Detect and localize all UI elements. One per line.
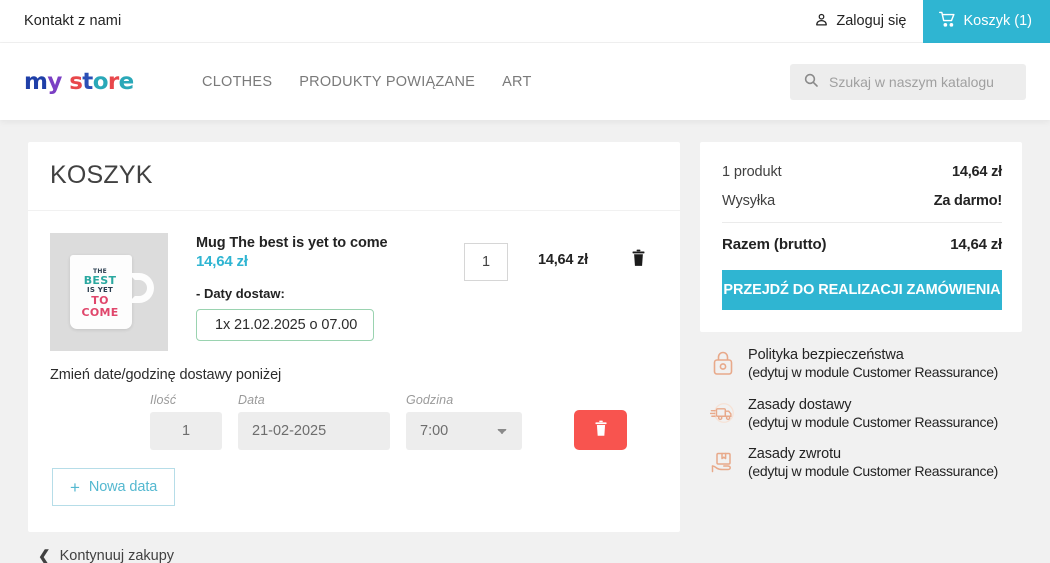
reassurance-sub-delivery: (edytuj w module Customer Reassurance) <box>748 413 999 430</box>
summary-row-total: Razem (brutto) 14,64 zł <box>722 236 1002 253</box>
date-field-group: Data <box>238 393 390 450</box>
reassurance-item-delivery[interactable]: Zasady dostawy (edytuj w module Customer… <box>708 396 1022 432</box>
nav-item-art[interactable]: ART <box>502 74 532 90</box>
checkout-button-wrap: PRZEJDŹ DO REALIZACJI ZAMÓWIENIA <box>722 270 1002 310</box>
quantity-input[interactable] <box>464 243 508 281</box>
product-unit-price: 14,64 zł <box>196 253 248 270</box>
plus-icon: + <box>70 477 80 497</box>
cart-card: KOSZYK THE BEST IS YET TO COME Mug The b… <box>28 142 680 532</box>
reassurance-item-returns[interactable]: Zasady zwrotu (edytuj w module Customer … <box>708 445 1022 481</box>
search-box[interactable] <box>790 63 1026 100</box>
delivery-date-form: Ilość Data Godzina 7:00 <box>50 393 658 450</box>
reassurance-text-security: Polityka bezpieczeństwa (edytuj w module… <box>748 346 998 382</box>
site-header: my store CLOTHES PRODUKTY POWIĄZANE ART <box>0 43 1050 120</box>
checkout-button[interactable]: PRZEJDŹ DO REALIZACJI ZAMÓWIENIA <box>722 270 1002 310</box>
summary-card: 1 produkt 14,64 zł Wysyłka Za darmo! Raz… <box>700 142 1022 332</box>
cart-header: KOSZYK <box>28 142 680 211</box>
delivery-dates-label: - Daty dostaw: <box>196 286 285 301</box>
page-title: KOSZYK <box>50 161 153 189</box>
order-summary: 1 produkt 14,64 zł Wysyłka Za darmo! Raz… <box>700 142 1022 332</box>
product-info: Mug The best is yet to come 14,64 zł - D… <box>168 233 464 341</box>
quantity-field-group: Ilość <box>150 393 222 450</box>
cart-item-row: THE BEST IS YET TO COME Mug The best is … <box>50 233 658 351</box>
page-content: KOSZYK THE BEST IS YET TO COME Mug The b… <box>0 120 1050 563</box>
cart-button-label: Koszyk (1) <box>963 13 1033 29</box>
cart-body: THE BEST IS YET TO COME Mug The best is … <box>28 211 680 532</box>
summary-total-label: Razem (brutto) <box>722 236 827 253</box>
reassurance-title-returns: Zasady zwrotu <box>748 446 841 463</box>
top-bar-actions: Zaloguj się Koszyk (1) <box>798 0 1050 43</box>
reassurance-title-security: Polityka bezpieczeństwa <box>748 347 904 363</box>
time-field-select[interactable]: 7:00 <box>406 412 522 450</box>
mug-text-line-4: TO <box>91 293 109 307</box>
time-field-group: Godzina 7:00 <box>406 393 522 450</box>
remove-item-button[interactable] <box>618 249 658 270</box>
reassurance-text-returns: Zasady zwrotu (edytuj w module Customer … <box>748 445 998 481</box>
continue-shopping-link[interactable]: ❮ Kontynuuj zakupy <box>28 548 680 563</box>
top-bar: Kontakt z nami Zaloguj się Koszyk (1) <box>0 0 1050 43</box>
nav-item-clothes[interactable]: CLOTHES <box>202 74 272 90</box>
add-new-date-button[interactable]: + Nowa data <box>52 468 176 506</box>
summary-row-products: 1 produkt 14,64 zł <box>722 164 1002 180</box>
continue-shopping-label: Kontynuuj zakupy <box>59 548 175 563</box>
mug-text-line-5: COME <box>81 305 119 319</box>
user-icon <box>814 12 829 31</box>
reassurance-text-delivery: Zasady dostawy (edytuj w module Customer… <box>748 396 998 432</box>
summary-products-value: 14,64 zł <box>952 164 1002 180</box>
quantity-field-input[interactable] <box>150 412 222 450</box>
product-name[interactable]: Mug The best is yet to come <box>196 235 464 251</box>
change-date-heading: Zmień date/godzinę dostawy poniżej <box>50 367 282 383</box>
summary-total-value: 14,64 zł <box>950 236 1002 253</box>
lock-icon <box>708 348 738 378</box>
summary-column: 1 produkt 14,64 zł Wysyłka Za darmo! Raz… <box>700 142 1022 495</box>
line-item-total: 14,64 zł <box>538 252 588 268</box>
date-field-label: Data <box>238 393 265 407</box>
cart-button[interactable]: Koszyk (1) <box>922 0 1050 43</box>
main-navigation: CLOTHES PRODUKTY POWIĄZANE ART <box>202 74 790 90</box>
trash-icon <box>594 420 608 440</box>
reassurance-sub-returns: (edytuj w module Customer Reassurance) <box>748 463 999 480</box>
chevron-left-icon: ❮ <box>38 547 51 563</box>
summary-products-label: 1 produkt <box>722 164 782 180</box>
delivery-date-badge: 1x 21.02.2025 o 07.00 <box>196 309 375 341</box>
summary-shipping-label: Wysyłka <box>722 193 776 209</box>
trash-icon <box>631 249 646 270</box>
search-input[interactable] <box>829 73 1013 90</box>
search-icon <box>803 72 819 91</box>
delivery-truck-icon <box>708 398 738 428</box>
contact-link[interactable]: Kontakt z nami <box>24 13 121 29</box>
reassurance-item-security[interactable]: Polityka bezpieczeństwa (edytuj w module… <box>708 346 1022 382</box>
sign-in-button[interactable]: Zaloguj się <box>798 0 922 43</box>
nav-item-produkty-powiazane[interactable]: PRODUKTY POWIĄZANE <box>299 74 475 90</box>
site-logo[interactable]: my store <box>24 69 202 95</box>
quantity-field-label: Ilość <box>150 393 177 407</box>
reassurance-sub-security: (edytuj w module Customer Reassurance) <box>748 364 999 381</box>
mug-artwork-text: THE BEST IS YET TO COME <box>76 268 124 319</box>
sign-in-label: Zaloguj się <box>836 13 907 29</box>
summary-divider <box>722 222 1002 223</box>
add-new-date-label: Nowa data <box>88 479 158 495</box>
delete-date-button[interactable] <box>574 410 627 450</box>
summary-row-shipping: Wysyłka Za darmo! <box>722 193 1002 209</box>
shopping-cart-icon <box>938 11 956 32</box>
product-thumbnail[interactable]: THE BEST IS YET TO COME <box>50 233 168 351</box>
date-field-input[interactable] <box>238 412 390 450</box>
summary-shipping-value: Za darmo! <box>933 193 1002 209</box>
time-field-label: Godzina <box>406 393 454 407</box>
mug-handle-shape <box>128 273 154 303</box>
return-box-icon <box>708 447 738 477</box>
cart-column: KOSZYK THE BEST IS YET TO COME Mug The b… <box>28 142 680 563</box>
customer-reassurance-block: Polityka bezpieczeństwa (edytuj w module… <box>700 346 1022 481</box>
reassurance-title-delivery: Zasady dostawy <box>748 396 852 413</box>
